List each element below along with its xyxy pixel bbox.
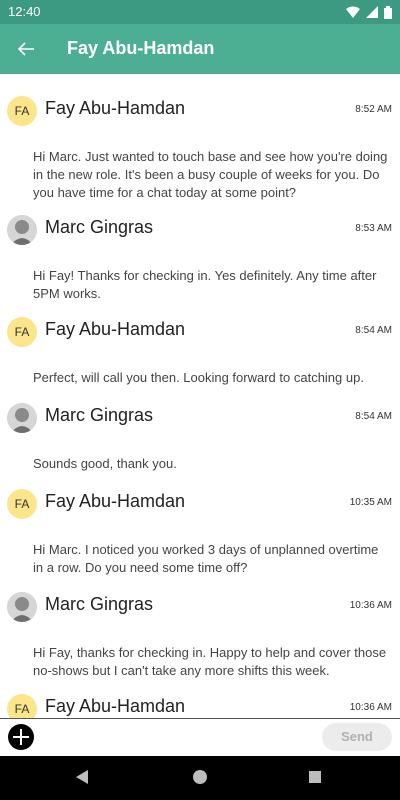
sender-name: Fay Abu-Hamdan [45, 696, 186, 716]
page-title: Fay Abu-Hamdan [67, 38, 215, 58]
message: FA Fay Abu-Hamdan 8:54 AM Perfect, will … [0, 317, 400, 387]
timestamp: 10:36 AM [349, 702, 392, 713]
nav-back-icon[interactable] [76, 770, 88, 784]
sender-name: Marc Gingras [45, 217, 154, 237]
message-text: Hi Marc. Just wanted to touch base and s… [33, 149, 388, 200]
sender-name: Marc Gingras [45, 405, 154, 425]
send-button[interactable]: Send [322, 723, 392, 751]
avatar: FA [7, 694, 37, 718]
message-text: Hi Fay, thanks for checking in. Happy to… [33, 645, 387, 678]
sender-name: Fay Abu-Hamdan [45, 98, 186, 118]
app-bar: Fay Abu-Hamdan [0, 24, 400, 74]
timestamp: 8:52 AM [355, 104, 392, 115]
timestamp: 8:54 AM [355, 411, 392, 422]
sender-name: Fay Abu-Hamdan [45, 319, 186, 339]
person-photo-icon [7, 215, 37, 245]
message-text: Perfect, will call you then. Looking for… [33, 370, 364, 385]
sender-name: Marc Gingras [45, 594, 154, 614]
message-text: Hi Fay! Thanks for checking in. Yes defi… [33, 268, 377, 301]
message: FA Fay Abu-Hamdan 8:52 AM Hi Marc. Just … [0, 96, 400, 202]
timestamp: 8:54 AM [355, 325, 392, 336]
message: FA Fay Abu-Hamdan 10:35 AM Hi Marc. I no… [0, 489, 400, 577]
nav-home-icon[interactable] [193, 770, 207, 784]
plus-icon [13, 729, 29, 745]
signal-icon [366, 6, 378, 18]
message-thread[interactable]: FA Fay Abu-Hamdan 8:52 AM Hi Marc. Just … [0, 74, 400, 718]
message: FA Fay Abu-Hamdan 10:36 AM [0, 694, 400, 718]
message-composer: Send [0, 718, 400, 757]
status-bar: 12:40 [0, 0, 400, 24]
message: Marc Gingras 8:54 AM Sounds good, thank … [0, 403, 400, 473]
timestamp: 10:36 AM [349, 600, 392, 611]
timestamp: 8:53 AM [355, 223, 392, 234]
message-text: Sounds good, thank you. [33, 456, 177, 471]
avatar: FA [7, 317, 37, 347]
message: Marc Gingras 8:53 AM Hi Fay! Thanks for … [0, 215, 400, 303]
status-time: 12:40 [8, 4, 41, 19]
person-photo-icon [7, 592, 37, 622]
nav-recents-icon[interactable] [309, 771, 321, 783]
system-nav-bar [0, 756, 400, 800]
status-icons [346, 4, 392, 20]
person-photo-icon [7, 403, 37, 433]
battery-icon [384, 5, 392, 19]
sender-name: Fay Abu-Hamdan [45, 491, 186, 511]
message: Marc Gingras 10:36 AM Hi Fay, thanks for… [0, 592, 400, 680]
add-attachment-button[interactable] [8, 724, 34, 750]
avatar [7, 215, 37, 245]
avatar: FA [7, 489, 37, 519]
timestamp: 10:35 AM [349, 497, 392, 508]
avatar [7, 592, 37, 622]
wifi-icon [346, 6, 360, 18]
avatar: FA [7, 96, 37, 126]
message-text: Hi Marc. I noticed you worked 3 days of … [33, 542, 379, 575]
back-arrow-icon[interactable] [14, 37, 38, 61]
avatar [7, 403, 37, 433]
